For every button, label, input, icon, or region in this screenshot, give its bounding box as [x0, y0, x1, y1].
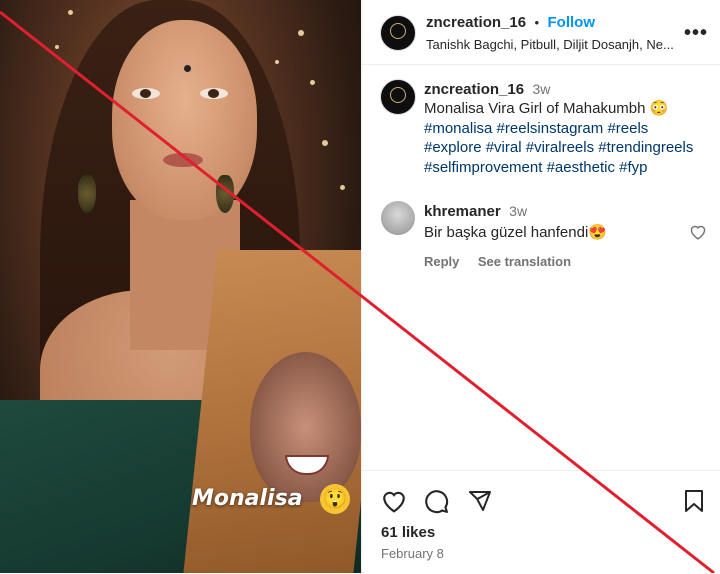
lips [163, 153, 203, 167]
share-icon[interactable] [468, 489, 492, 513]
bokeh-light [322, 140, 328, 146]
figure-face [112, 20, 257, 220]
see-translation-button[interactable]: See translation [478, 254, 571, 269]
like-heart-icon[interactable] [381, 489, 407, 513]
follow-button[interactable]: Follow [548, 14, 596, 31]
overlay-text: Monalisa [192, 486, 303, 511]
bokeh-light [310, 80, 315, 85]
bokeh-light [275, 60, 279, 64]
caption-avatar[interactable] [380, 79, 416, 115]
bokeh-light [68, 10, 73, 15]
audio-credit[interactable]: Tanishk Bagchi, Pitbull, Diljit Dosanjh,… [426, 37, 676, 52]
header-separator: • [534, 15, 540, 30]
bokeh-light [340, 185, 345, 190]
account-avatar[interactable] [380, 15, 416, 51]
bokeh-light [55, 45, 59, 49]
post-date[interactable]: February 8 [381, 546, 444, 561]
comment-username[interactable]: khremaner [424, 203, 501, 220]
hashtag-link[interactable]: #selfimprovement [424, 159, 542, 176]
comment-block: khremaner 3w Bir başka güzel hanfendi😍 R… [424, 203, 694, 271]
caption-block: zncreation_16 3w Monalisa Vira Girl of M… [424, 81, 709, 177]
more-icon[interactable]: ••• [684, 22, 708, 45]
hashtag-link[interactable]: #explore [424, 139, 482, 156]
caption-username[interactable]: zncreation_16 [424, 81, 524, 98]
caption-hashtags: #monalisa #reelsinstagram #reels #explor… [424, 119, 709, 178]
post-panel: zncreation_16 • Follow Tanishk Bagchi, P… [361, 0, 720, 573]
commenter-avatar[interactable] [381, 201, 415, 235]
hashtag-link[interactable]: #reels [607, 120, 648, 137]
hashtag-link[interactable]: #viralreels [526, 139, 594, 156]
post-media[interactable]: Monalisa 😲 [0, 0, 361, 573]
likes-count[interactable]: 61 likes [381, 524, 435, 541]
hashtag-link[interactable]: #fyp [619, 159, 647, 176]
caption-text: Monalisa Vira Girl of Mahakumbh 😳 [424, 100, 669, 117]
header-username[interactable]: zncreation_16 [426, 14, 526, 31]
earring-right [216, 175, 234, 213]
earring-left [78, 175, 96, 213]
hashtag-link[interactable]: #viral [486, 139, 522, 156]
left-eye [132, 88, 160, 99]
hashtag-link[interactable]: #reelsinstagram [497, 120, 604, 137]
hashtag-link[interactable]: #monalisa [424, 120, 492, 137]
comment-actions: Reply See translation [424, 253, 694, 271]
post-header: zncreation_16 • Follow Tanishk Bagchi, P… [362, 0, 720, 65]
hashtag-link[interactable]: #aesthetic [547, 159, 615, 176]
bokeh-light [298, 30, 304, 36]
comment-time[interactable]: 3w [509, 203, 527, 219]
overlay-emoji: 😲 [320, 484, 350, 514]
action-bar: 61 likes February 8 [362, 470, 720, 574]
caption-time[interactable]: 3w [533, 81, 551, 97]
header-title-row: zncreation_16 • Follow [426, 14, 595, 32]
comment-icon[interactable] [424, 489, 449, 514]
hashtag-link[interactable]: #trendingreels [598, 139, 693, 156]
comment-text: Bir başka güzel hanfendi😍 [424, 224, 607, 241]
bindi [184, 65, 191, 72]
reply-button[interactable]: Reply [424, 254, 459, 269]
right-eye [200, 88, 228, 99]
inset-face [250, 352, 361, 502]
save-bookmark-icon[interactable] [683, 489, 705, 513]
comment-heart-icon[interactable] [689, 224, 707, 240]
